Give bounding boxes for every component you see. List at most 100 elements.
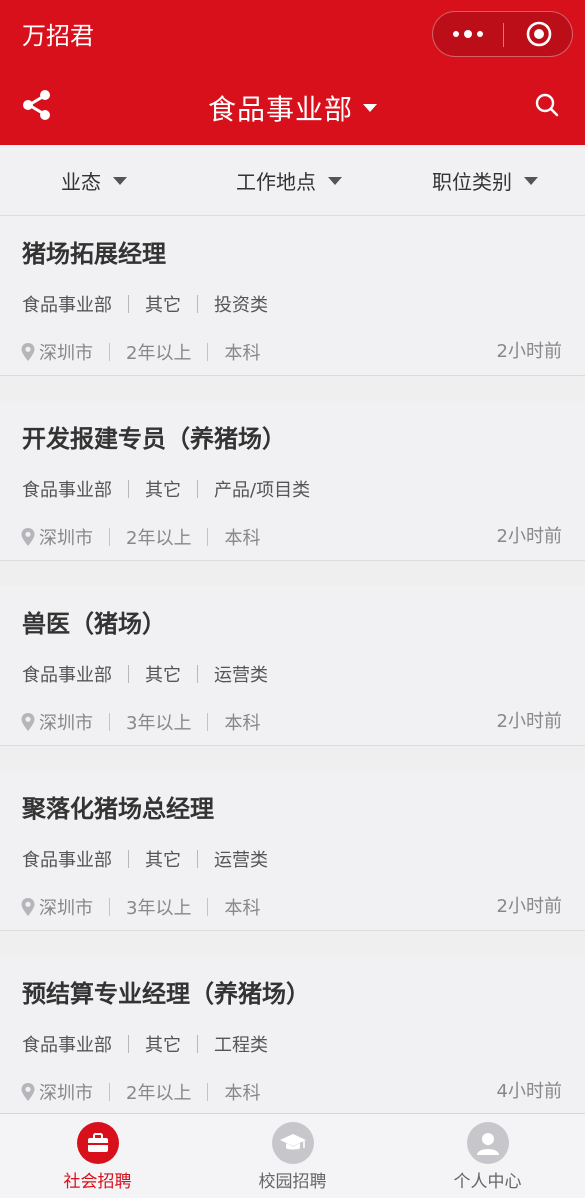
job-department: 食品事业部	[22, 1035, 112, 1056]
job-meta: 深圳市 3年以上 本科	[20, 895, 260, 919]
caret-down-icon	[113, 176, 127, 185]
divider	[109, 1083, 110, 1101]
job-type: 其它	[145, 1035, 181, 1056]
job-education: 本科	[224, 713, 261, 734]
job-type: 其它	[145, 295, 181, 316]
caret-down-icon	[328, 176, 342, 185]
job-title: 聚落化猪场总经理	[22, 795, 214, 823]
divider	[207, 1083, 209, 1101]
job-meta: 深圳市 2年以上 本科	[20, 340, 260, 364]
job-meta: 深圳市 2年以上 本科	[20, 1080, 260, 1104]
department-title: 食品事业部	[207, 93, 353, 126]
job-type: 其它	[145, 665, 181, 686]
job-title: 预结算专业经理（养猪场）	[22, 980, 310, 1008]
location-pin-icon	[21, 343, 35, 361]
divider	[197, 665, 198, 683]
location-pin-icon	[21, 713, 35, 731]
job-posted-time: 4小时前	[496, 1081, 562, 1102]
job-posted-time: 2小时前	[496, 526, 562, 547]
department-selector[interactable]: 食品事业部	[0, 88, 585, 128]
job-tags: 食品事业部 其它 运营类	[22, 847, 268, 871]
job-city: 深圳市	[39, 343, 93, 364]
search-icon	[535, 93, 559, 117]
divider	[197, 1035, 198, 1053]
target-circle-icon	[526, 21, 552, 47]
job-title: 猪场拓展经理	[22, 240, 166, 268]
divider	[207, 898, 209, 916]
job-posted-time: 2小时前	[496, 341, 562, 362]
more-menu-button[interactable]	[433, 12, 503, 56]
job-type: 其它	[145, 480, 181, 501]
job-category: 投资类	[214, 295, 268, 316]
divider	[109, 898, 110, 916]
job-education: 本科	[224, 898, 261, 919]
job-experience: 2年以上	[126, 1083, 192, 1104]
divider	[197, 850, 198, 868]
job-city: 深圳市	[39, 528, 93, 549]
job-posted-time: 2小时前	[496, 711, 562, 732]
job-city: 深圳市	[39, 713, 93, 734]
job-education: 本科	[224, 343, 261, 364]
filter-label: 业态	[61, 170, 101, 194]
job-experience: 3年以上	[126, 713, 192, 734]
tab-label: 个人中心	[453, 1172, 522, 1192]
more-dots-icon	[453, 31, 459, 37]
job-card[interactable]: 兽医（猪场） 食品事业部 其它 运营类 深圳市 3年以上 本科 2小时前	[0, 586, 585, 746]
job-title: 开发报建专员（养猪场）	[22, 425, 286, 453]
tab-personal-center[interactable]: 个人中心	[390, 1114, 585, 1198]
job-type: 其它	[145, 850, 181, 871]
job-meta: 深圳市 3年以上 本科	[20, 710, 260, 734]
job-card[interactable]: 预结算专业经理（养猪场） 食品事业部 其它 工程类 深圳市 2年以上 本科 4小…	[0, 956, 585, 1116]
job-experience: 2年以上	[126, 343, 192, 364]
job-education: 本科	[224, 1083, 261, 1104]
close-program-button[interactable]	[504, 12, 574, 56]
job-city: 深圳市	[39, 1083, 93, 1104]
job-card[interactable]: 猪场拓展经理 食品事业部 其它 投资类 深圳市 2年以上 本科 2小时前	[0, 216, 585, 376]
job-tags: 食品事业部 其它 产品/项目类	[22, 477, 310, 501]
divider	[207, 713, 209, 731]
more-dots-icon-center	[464, 30, 472, 38]
job-category: 工程类	[214, 1035, 268, 1056]
job-card[interactable]: 聚落化猪场总经理 食品事业部 其它 运营类 深圳市 3年以上 本科 2小时前	[0, 771, 585, 931]
job-experience: 2年以上	[126, 528, 192, 549]
filter-business-type[interactable]: 业态	[61, 145, 127, 216]
divider	[197, 295, 198, 313]
divider	[128, 665, 129, 683]
caret-down-icon	[363, 104, 377, 112]
job-category: 产品/项目类	[214, 480, 311, 501]
job-department: 食品事业部	[22, 665, 112, 686]
divider	[109, 528, 110, 546]
graduation-cap-icon	[271, 1122, 314, 1164]
job-city: 深圳市	[39, 898, 93, 919]
app-title: 万招君	[22, 22, 94, 50]
divider	[207, 528, 209, 546]
filter-label: 职位类别	[432, 170, 512, 194]
filter-bar: 业态 工作地点 职位类别	[0, 145, 585, 216]
filter-work-location[interactable]: 工作地点	[236, 145, 342, 216]
divider	[109, 713, 110, 731]
job-meta: 深圳市 2年以上 本科	[20, 525, 260, 549]
job-department: 食品事业部	[22, 295, 112, 316]
job-department: 食品事业部	[22, 850, 112, 871]
job-category: 运营类	[214, 850, 268, 871]
location-pin-icon	[21, 528, 35, 546]
job-title: 兽医（猪场）	[22, 610, 166, 638]
tab-social-recruitment[interactable]: 社会招聘	[0, 1114, 195, 1198]
filter-job-category[interactable]: 职位类别	[432, 145, 538, 216]
caret-down-icon	[524, 176, 538, 185]
tab-campus-recruitment[interactable]: 校园招聘	[195, 1114, 390, 1198]
user-icon	[466, 1122, 509, 1164]
filter-label: 工作地点	[236, 170, 316, 194]
job-education: 本科	[224, 528, 261, 549]
job-card[interactable]: 开发报建专员（养猪场） 食品事业部 其它 产品/项目类 深圳市 2年以上 本科 …	[0, 401, 585, 561]
divider	[197, 480, 198, 498]
bottom-tab-bar: 社会招聘 校园招聘 个人中心	[0, 1113, 585, 1198]
divider	[128, 1035, 129, 1053]
divider	[109, 343, 110, 361]
location-pin-icon	[21, 898, 35, 916]
job-tags: 食品事业部 其它 工程类	[22, 1032, 268, 1056]
divider	[128, 295, 129, 313]
tab-label: 社会招聘	[63, 1172, 132, 1192]
job-posted-time: 2小时前	[496, 896, 562, 917]
search-button[interactable]	[532, 90, 562, 120]
